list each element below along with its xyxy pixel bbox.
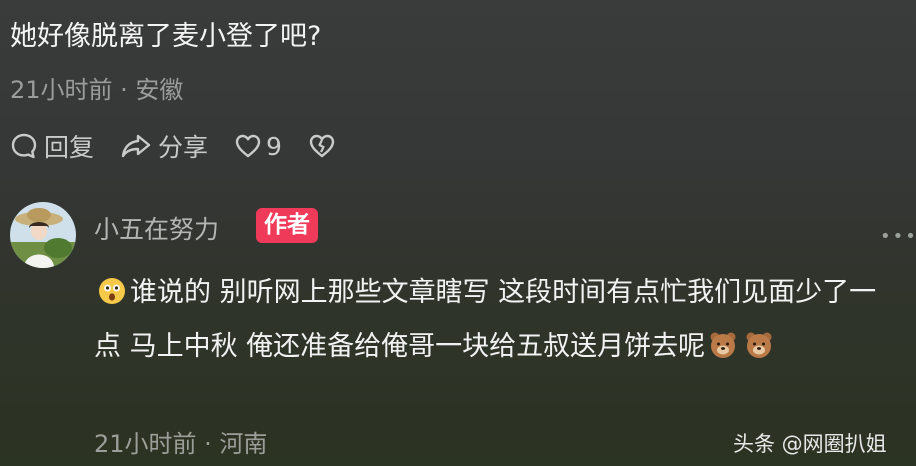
like-button[interactable]: 9	[234, 132, 282, 161]
reply-button[interactable]: 回复	[10, 128, 94, 164]
comment-actions: 回复 分享 9	[10, 128, 362, 164]
comment-meta: 21小时前 · 安徽	[10, 76, 184, 104]
more-options-icon[interactable]: •••	[880, 226, 916, 247]
like-count: 9	[266, 131, 282, 161]
share-label: 分享	[158, 133, 209, 162]
reply-label: 回复	[44, 133, 95, 162]
reply-author-name[interactable]: 小五在努力	[94, 210, 219, 246]
watermark: 头条 @网圈扒姐	[733, 432, 887, 456]
dislike-button[interactable]	[308, 132, 336, 160]
heart-icon	[235, 134, 261, 158]
surprised-emoji-icon	[99, 278, 125, 304]
author-badge: 作者	[256, 208, 318, 243]
reply-text-block: 谁说的 别听网上那些文章瞎写 这段时间有点忙我们见面少了一点 马上中秋 俺还准备…	[94, 266, 894, 374]
reply-meta: 21小时前 · 河南	[94, 430, 268, 458]
comment-text: 她好像脱离了麦小登了吧?	[10, 21, 322, 52]
comment-bubble-icon	[11, 133, 37, 159]
broken-heart-icon	[309, 134, 335, 158]
share-arrow-icon	[121, 134, 151, 158]
bear-emoji-icon	[746, 332, 772, 358]
share-button[interactable]: 分享	[120, 128, 208, 164]
bear-emoji-icon	[710, 332, 736, 358]
avatar[interactable]	[10, 202, 76, 268]
